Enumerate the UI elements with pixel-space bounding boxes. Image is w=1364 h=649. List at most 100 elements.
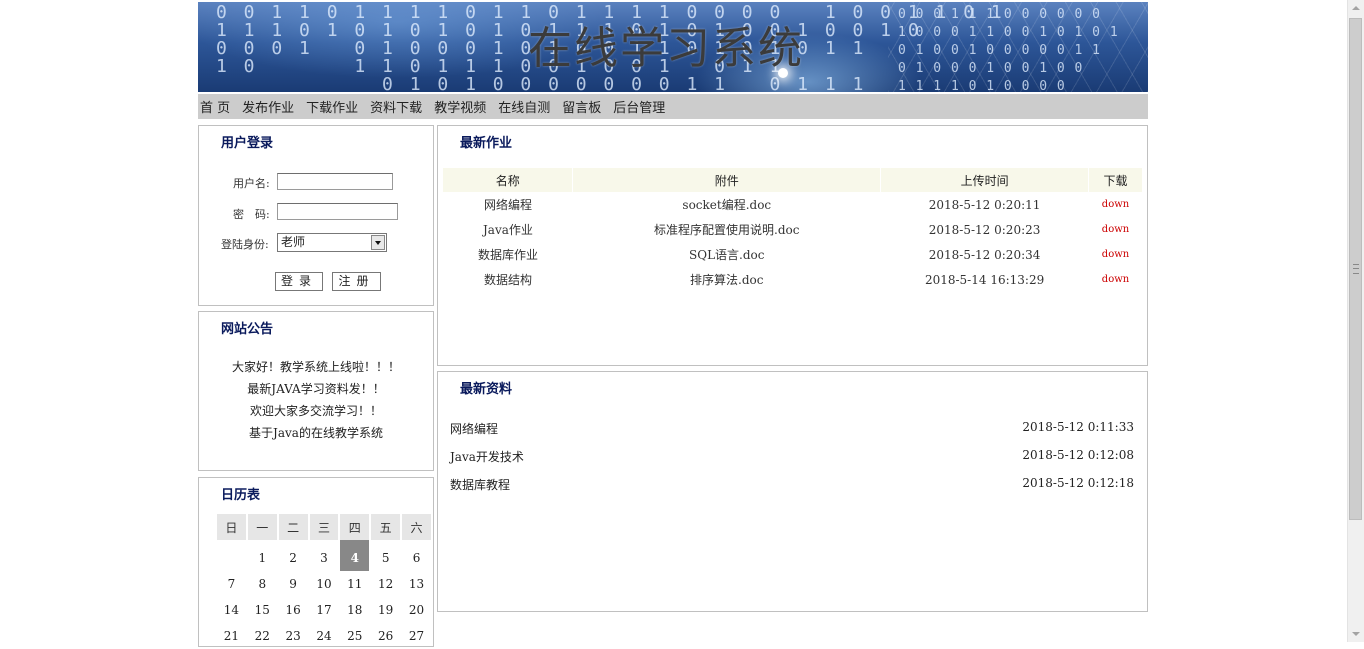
notice-list: 大家好！教学系统上线啦！！！ 最新JAVA学习资料发！！ 欢迎大家多交流学习！！… (199, 356, 433, 444)
table-row: 数据库作业 SQL语言.doc 2018-5-12 0:20:34 down (443, 242, 1143, 267)
grip-icon (1353, 264, 1359, 274)
scrollbar-thumb[interactable] (1349, 18, 1362, 520)
nav-teaching-video[interactable]: 教学视频 (434, 97, 486, 116)
register-button[interactable]: 注册 (332, 272, 381, 291)
chevron-down-icon[interactable] (371, 235, 385, 250)
calendar-day[interactable]: 20 (402, 597, 431, 623)
calendar-day[interactable]: 24 (310, 623, 339, 649)
notice-title: 网站公告 (221, 322, 274, 337)
calendar-day[interactable]: 14 (217, 597, 246, 623)
calendar-day[interactable]: 6 (402, 540, 431, 571)
page-scrollbar[interactable] (1347, 0, 1364, 642)
calendar-title: 日历表 (221, 488, 261, 503)
calendar-day[interactable]: 21 (217, 623, 246, 649)
homework-name: 数据结构 (483, 273, 532, 287)
notice-item[interactable]: 基于Java的在线教学系统 (199, 422, 433, 444)
nav-home[interactable]: 首 页 (200, 97, 230, 116)
homework-time: 2018-5-12 0:20:11 (928, 197, 1041, 212)
homework-file: 排序算法.doc (690, 273, 764, 287)
list-item[interactable]: 数据库教程 2018-5-12 0:12:18 (450, 476, 1134, 496)
nav-message-board[interactable]: 留言板 (562, 97, 601, 116)
column-header-file: 附件 (572, 168, 882, 192)
nav-download-homework[interactable]: 下载作业 (306, 97, 358, 116)
calendar-panel: 日历表 日 一 二 三 四 五 六 1 2 3 4 5 6 7 8 9 10 1… (198, 477, 434, 647)
main-nav: 首 页 发布作业 下载作业 资料下载 教学视频 在线自测 留言板 后台管理 (198, 94, 1148, 119)
homework-name: Java作业 (483, 223, 533, 237)
column-header-time: 上传时间 (880, 168, 1090, 192)
calendar-day[interactable]: 16 (279, 597, 308, 623)
username-input[interactable] (277, 173, 393, 190)
list-item[interactable]: 网络编程 2018-5-12 0:11:33 (450, 420, 1134, 440)
calendar-day[interactable]: 23 (279, 623, 308, 649)
weekday-header: 日 (217, 514, 246, 540)
resource-name[interactable]: 网络编程 (450, 420, 498, 437)
homework-file: socket编程.doc (682, 198, 772, 212)
homework-file: SQL语言.doc (689, 248, 765, 262)
calendar-day[interactable]: 12 (371, 571, 400, 597)
weekday-header: 六 (402, 514, 431, 540)
login-button[interactable]: 登录 (275, 272, 323, 291)
notice-item[interactable]: 大家好！教学系统上线啦！！！ (199, 356, 433, 378)
calendar-day[interactable]: 19 (371, 597, 400, 623)
calendar-day[interactable]: 8 (248, 571, 277, 597)
list-item[interactable]: Java开发技术 2018-5-12 0:12:08 (450, 448, 1134, 468)
homework-table: 名称 附件 上传时间 下载 网络编程 socket编程.doc 2018-5-1… (443, 168, 1143, 292)
homework-time: 2018-5-12 0:20:23 (928, 222, 1041, 237)
resource-name[interactable]: Java开发技术 (450, 448, 524, 465)
resource-name[interactable]: 数据库教程 (450, 476, 510, 493)
column-header-download: 下载 (1088, 168, 1143, 192)
download-link[interactable]: down (1089, 217, 1143, 242)
nav-publish-homework[interactable]: 发布作业 (242, 97, 294, 116)
username-label: 用户名: (233, 177, 270, 190)
homework-time: 2018-5-12 0:20:34 (928, 247, 1041, 262)
scroll-up-arrow-icon[interactable] (1348, 0, 1364, 17)
calendar-day[interactable]: 3 (310, 540, 339, 571)
calendar-day[interactable]: 17 (310, 597, 339, 623)
download-link[interactable]: down (1089, 242, 1143, 267)
homework-name: 数据库作业 (477, 248, 538, 262)
nav-admin[interactable]: 后台管理 (613, 97, 665, 116)
banner-binary-row-right: 0 1 0 0 1 0 0 0 0 0 1 1 (898, 43, 1102, 58)
calendar-day[interactable]: 9 (279, 571, 308, 597)
role-select-value: 老师 (281, 235, 306, 249)
calendar-day[interactable]: 5 (371, 540, 400, 571)
homework-time: 2018-5-14 16:13:29 (924, 272, 1045, 287)
calendar-day[interactable]: 1 (248, 540, 277, 571)
login-title: 用户登录 (221, 136, 274, 151)
weekday-header: 二 (278, 514, 308, 540)
calendar-day[interactable]: 2 (279, 540, 308, 571)
banner-binary-row: 0 1 0 1 0 0 0 0 0 0 0 1 1 0 1 1 1 (216, 74, 867, 93)
calendar-day[interactable]: 7 (217, 571, 246, 597)
notice-item[interactable]: 欢迎大家多交流学习！！ (199, 400, 433, 422)
calendar-day (217, 540, 246, 571)
scroll-down-arrow-icon[interactable] (1348, 625, 1364, 642)
calendar-day[interactable]: 22 (248, 623, 277, 649)
calendar-day[interactable]: 13 (402, 571, 431, 597)
resources-title: 最新资料 (460, 382, 513, 397)
resource-time: 2018-5-12 0:12:08 (1022, 448, 1134, 462)
download-link[interactable]: down (1089, 267, 1143, 292)
role-select[interactable]: 老师 (277, 233, 387, 252)
weekday-header: 五 (371, 514, 401, 540)
weekday-header: 四 (340, 514, 370, 540)
password-input[interactable] (277, 203, 398, 220)
role-label: 登陆身份: (221, 238, 269, 251)
notice-panel: 网站公告 大家好！教学系统上线啦！！！ 最新JAVA学习资料发！！ 欢迎大家多交… (198, 311, 434, 471)
calendar-day[interactable]: 15 (248, 597, 277, 623)
table-row: 数据结构 排序算法.doc 2018-5-14 16:13:29 down (443, 267, 1143, 292)
calendar-day[interactable]: 26 (371, 623, 400, 649)
calendar-day[interactable]: 10 (310, 571, 339, 597)
banner-binary-row-right: 0 1 0 0 0 1 0 0 1 0 0 (898, 61, 1084, 76)
calendar-day-today[interactable]: 4 (340, 540, 370, 571)
calendar-day[interactable]: 11 (340, 571, 369, 597)
calendar-day[interactable]: 27 (402, 623, 431, 649)
latest-homework-panel: 最新作业 名称 附件 上传时间 下载 网络编程 socket编程.doc 201… (437, 125, 1148, 366)
notice-item[interactable]: 最新JAVA学习资料发！！ (199, 378, 433, 400)
calendar-day[interactable]: 18 (340, 597, 369, 623)
password-label: 密 码: (233, 208, 270, 221)
column-header-name: 名称 (443, 168, 574, 192)
nav-online-test[interactable]: 在线自测 (498, 97, 550, 116)
nav-resource-download[interactable]: 资料下载 (370, 97, 422, 116)
calendar-day[interactable]: 25 (340, 623, 369, 649)
download-link[interactable]: down (1089, 192, 1143, 217)
